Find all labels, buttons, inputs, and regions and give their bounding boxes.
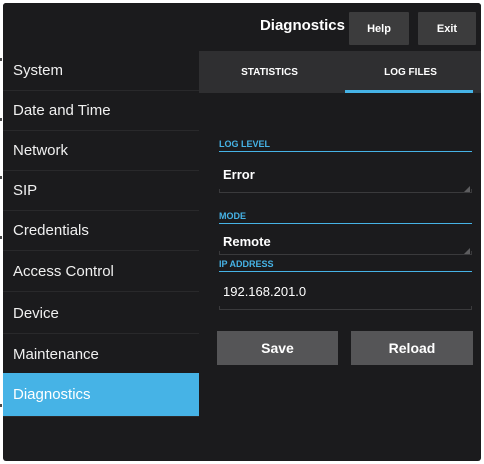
mode-label: MODE xyxy=(219,211,472,224)
ip-address-input[interactable]: 192.168.201.0 xyxy=(219,284,472,299)
diagnostics-window: Diagnostics Help Exit System Date and Ti… xyxy=(3,3,481,461)
sidebar-item-sip[interactable]: SIP xyxy=(3,171,199,211)
log-level-field-underline xyxy=(219,189,472,193)
sidebar-item-network[interactable]: Network xyxy=(3,131,199,171)
edge-mark xyxy=(0,404,2,407)
tab-bar: STATISTICS LOG FILES xyxy=(199,51,481,93)
edge-mark xyxy=(0,58,2,61)
sidebar-item-diagnostics[interactable]: Diagnostics xyxy=(3,373,199,417)
header-bar: Diagnostics Help Exit xyxy=(3,3,481,51)
exit-button[interactable]: Exit xyxy=(418,12,476,45)
dropdown-arrow-icon[interactable] xyxy=(464,186,470,192)
active-tab-indicator xyxy=(345,90,473,93)
sidebar-item-system[interactable]: System xyxy=(3,51,199,91)
sidebar-item-credentials[interactable]: Credentials xyxy=(3,211,199,251)
sidebar-item-access-control[interactable]: Access Control xyxy=(3,252,199,292)
sidebar: System Date and Time Network SIP Credent… xyxy=(3,51,199,461)
page-title: Diagnostics xyxy=(259,17,345,34)
edge-mark xyxy=(0,236,2,239)
reload-button[interactable]: Reload xyxy=(351,331,473,365)
tab-log-files[interactable]: LOG FILES xyxy=(340,51,481,93)
help-button[interactable]: Help xyxy=(349,12,409,45)
save-button[interactable]: Save xyxy=(217,331,338,365)
dropdown-arrow-icon[interactable] xyxy=(464,248,470,254)
mode-field-underline xyxy=(219,251,472,255)
edge-mark xyxy=(0,118,2,121)
ip-address-label: IP ADDRESS xyxy=(219,259,472,272)
tab-statistics[interactable]: STATISTICS xyxy=(199,51,340,93)
sidebar-item-maintenance[interactable]: Maintenance xyxy=(3,335,199,375)
sidebar-item-date-and-time[interactable]: Date and Time xyxy=(3,91,199,131)
mode-select[interactable]: Remote xyxy=(219,234,472,249)
sidebar-item-device[interactable]: Device xyxy=(3,294,199,334)
ip-address-field-underline xyxy=(219,306,472,310)
log-level-label: LOG LEVEL xyxy=(219,139,472,152)
log-level-select[interactable]: Error xyxy=(219,167,472,182)
edge-mark xyxy=(0,176,2,179)
